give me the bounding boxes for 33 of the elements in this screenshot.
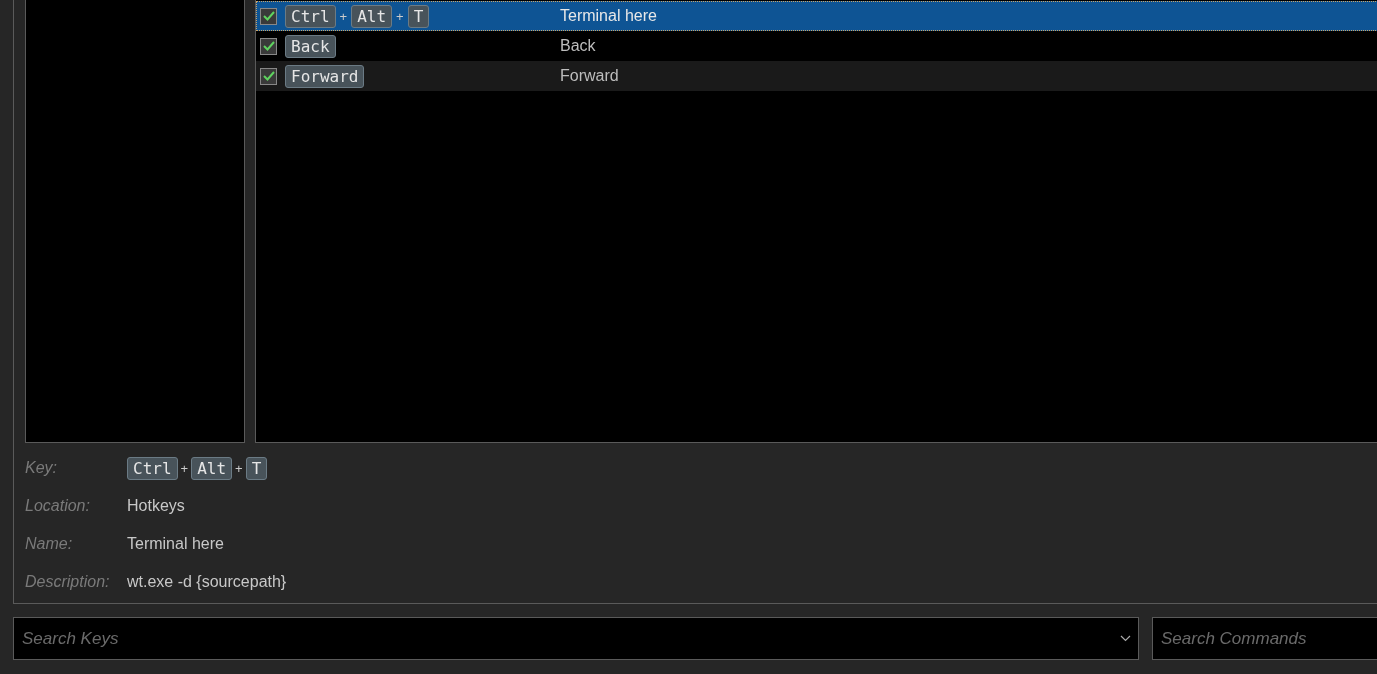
plus-sign: + (235, 460, 243, 476)
command-name: Back (560, 37, 596, 55)
search-keys-dropdown[interactable]: Search Keys (13, 617, 1139, 660)
key-cap: Ctrl (127, 456, 178, 480)
checkbox[interactable] (260, 7, 277, 25)
key-cap: Ctrl (285, 4, 336, 28)
key-cap: Alt (191, 456, 233, 480)
plus-sign: + (180, 460, 189, 476)
key-cap: T (407, 4, 430, 28)
plus-sign: + (396, 8, 404, 24)
checkmark-icon (262, 41, 275, 51)
field-value: Hotkeys (127, 497, 186, 515)
key-cap: Back (285, 34, 336, 58)
shortcut-row[interactable]: Forward Forward (256, 61, 1377, 91)
chevron-down-icon[interactable] (1120, 635, 1131, 642)
command-name: Terminal here (560, 7, 657, 25)
checkmark-icon (262, 11, 275, 21)
search-commands-field[interactable]: Search Commands (1152, 617, 1377, 660)
checkbox[interactable] (260, 67, 277, 85)
checkmark-icon (262, 71, 275, 81)
checkbox[interactable] (260, 37, 277, 55)
shortcut-row[interactable]: Ctrl + Alt + T Terminal here (256, 1, 1377, 31)
key-cap: T (245, 456, 268, 480)
key-cap: Forward (285, 64, 365, 88)
key-cap: Alt (351, 4, 393, 28)
field-label: Description: (25, 573, 111, 591)
plus-sign: + (339, 8, 348, 24)
field-label: Key: (25, 459, 58, 477)
command-name: Forward (560, 67, 619, 85)
field-label: Name: (25, 535, 74, 553)
field-value: Terminal here (127, 535, 225, 553)
field-value: wt.exe -d {sourcepath} (127, 573, 288, 591)
field-label: Location: (25, 497, 91, 515)
